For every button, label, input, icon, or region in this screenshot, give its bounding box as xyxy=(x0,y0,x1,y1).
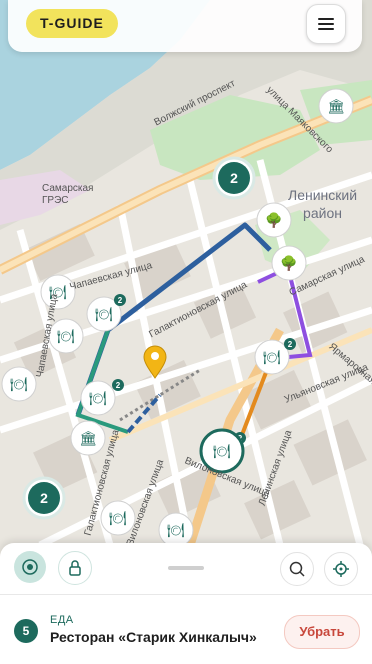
svg-text:2: 2 xyxy=(116,381,121,390)
poi-marker[interactable]: 🏛 xyxy=(318,88,354,124)
poi-marker[interactable]: 🏛 xyxy=(70,420,106,456)
divider xyxy=(0,594,372,595)
cluster-marker[interactable]: 2 xyxy=(212,156,256,200)
restaurant-icon: 🍽 xyxy=(10,376,28,392)
hamburger-icon xyxy=(318,18,334,20)
tree-icon: 🌳 xyxy=(280,254,297,272)
marker-count-badge: 2 xyxy=(284,338,296,350)
poi-marker[interactable]: 🍽 xyxy=(158,512,194,545)
bottom-sheet: 5 ЕДА Ресторан «Старик Хинкалыч» Убрать xyxy=(0,543,372,664)
svg-text:2: 2 xyxy=(118,296,123,305)
sheet-handle[interactable] xyxy=(168,566,204,570)
lock-button[interactable] xyxy=(58,551,92,585)
marker-count-badge: 2 xyxy=(114,294,126,306)
district-label: Ленинский район xyxy=(288,187,358,221)
theatre-icon: 🏛 xyxy=(327,98,345,114)
restaurant-icon: 🍽 xyxy=(167,522,185,538)
restaurant-icon: 🍽 xyxy=(213,443,231,459)
stop-number-badge: 5 xyxy=(14,619,38,643)
app-logo[interactable]: T-GUIDE xyxy=(26,9,118,38)
stop-category: ЕДА xyxy=(50,614,74,626)
poi-marker[interactable]: 🍽 xyxy=(1,366,37,402)
restaurant-icon: 🍽 xyxy=(95,306,113,322)
top-bar: T-GUIDE xyxy=(8,0,362,52)
map[interactable]: 2 2 🍽🍽🍽🍽🍽🏛🍽🌳🌳🏛🍽🍽2222 🍽 Волжский проспект… xyxy=(0,0,372,545)
remove-button[interactable]: Убрать xyxy=(284,615,360,649)
stop-name[interactable]: Ресторан «Старик Хинкалыч» xyxy=(50,629,257,645)
locate-button[interactable] xyxy=(14,551,46,583)
recenter-button[interactable] xyxy=(324,552,358,586)
svg-text:2: 2 xyxy=(288,340,293,349)
restaurant-icon: 🍽 xyxy=(57,328,75,344)
marker-count-badge: 2 xyxy=(112,379,124,391)
search-button[interactable] xyxy=(280,552,314,586)
locate-icon xyxy=(22,559,38,575)
poi-label: Самарская ГРЭС xyxy=(42,183,94,206)
cluster-count: 2 xyxy=(40,490,48,506)
restaurant-icon: 🍽 xyxy=(89,390,107,406)
poi-marker[interactable]: 🌳 xyxy=(256,202,292,238)
restaurant-icon: 🍽 xyxy=(109,510,127,526)
theatre-icon: 🏛 xyxy=(79,430,97,446)
poi-marker[interactable]: 🍽 xyxy=(254,339,290,375)
restaurant-icon: 🍽 xyxy=(263,349,281,365)
cluster-marker[interactable]: 2 xyxy=(22,476,66,520)
search-icon xyxy=(289,561,305,577)
tree-icon: 🌳 xyxy=(265,211,282,229)
poi-marker[interactable]: 🍽 xyxy=(80,380,116,416)
lock-icon xyxy=(69,560,81,576)
cluster-count: 2 xyxy=(230,170,238,186)
poi-marker[interactable]: 🌳 xyxy=(271,245,307,281)
menu-button[interactable] xyxy=(306,4,346,44)
crosshair-icon xyxy=(333,561,349,577)
